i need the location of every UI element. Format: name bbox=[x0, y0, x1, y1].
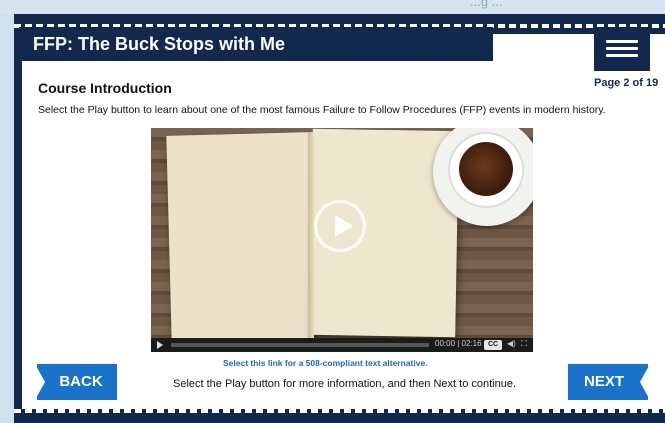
fullscreen-icon[interactable]: ⛶ bbox=[521, 339, 527, 349]
notebook-left-page bbox=[166, 132, 314, 342]
hamburger-icon-line bbox=[606, 40, 638, 43]
hamburger-icon-line bbox=[606, 47, 638, 50]
top-edge: ...g ... bbox=[0, 0, 665, 14]
control-play-icon[interactable] bbox=[157, 341, 163, 349]
footer-instruction: Select the Play button for more informat… bbox=[173, 378, 517, 390]
section-title: Course Introduction bbox=[38, 80, 172, 96]
seek-bar[interactable] bbox=[171, 343, 429, 347]
next-button[interactable]: NEXT bbox=[568, 364, 650, 400]
closed-caption-button[interactable]: CC bbox=[484, 340, 502, 350]
coffee bbox=[459, 142, 513, 196]
notebook-spine bbox=[308, 132, 314, 338]
menu-button[interactable] bbox=[594, 27, 650, 71]
cropped-heading: ...g ... bbox=[470, 0, 503, 9]
back-button[interactable]: BACK bbox=[35, 364, 117, 400]
time-display: 00:00 | 02:16 bbox=[435, 339, 482, 348]
page-counter: Page 2 of 19 bbox=[594, 77, 659, 89]
bottom-stripe bbox=[14, 409, 665, 413]
course-title: FFP: The Buck Stops with Me bbox=[19, 27, 493, 61]
instruction-text: Select the Play button to learn about on… bbox=[38, 104, 606, 116]
play-icon[interactable] bbox=[314, 200, 366, 252]
text-alternative-link[interactable]: Select this link for a 508-compliant tex… bbox=[223, 358, 428, 368]
speaker-icon[interactable]: ◀) bbox=[507, 339, 516, 348]
video-controls: 00:00 | 02:16 CC ◀) ⛶ bbox=[151, 338, 533, 352]
hamburger-icon-line bbox=[606, 54, 638, 57]
